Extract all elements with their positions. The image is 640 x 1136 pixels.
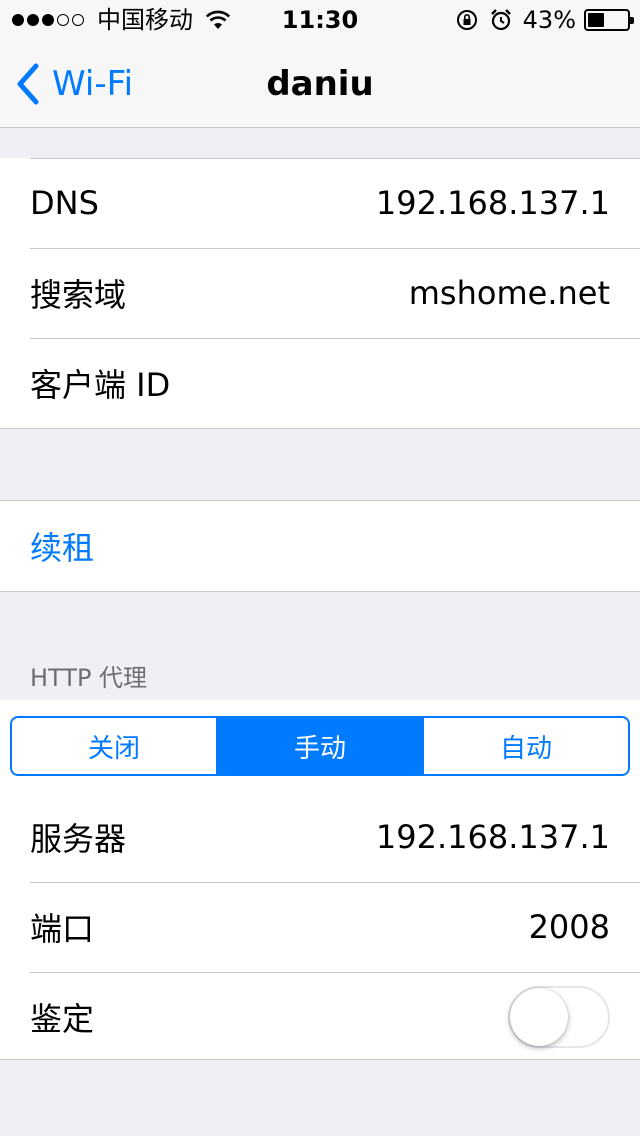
page-title: daniu	[266, 64, 374, 104]
client-id-row: 客户端 ID	[0, 338, 640, 428]
navigation-bar: Wi-Fi daniu	[0, 40, 640, 128]
server-value[interactable]: 192.168.137.1	[376, 818, 610, 856]
alarm-icon	[490, 9, 511, 31]
client-id-label: 客户端 ID	[30, 366, 171, 404]
auth-toggle[interactable]	[508, 986, 610, 1048]
dns-value: 192.168.137.1	[375, 184, 610, 222]
segment-off[interactable]: 关闭	[12, 718, 218, 774]
auth-row: 鉴定	[0, 972, 640, 1062]
dns-row: DNS 192.168.137.1	[0, 158, 640, 248]
dns-label: DNS	[30, 184, 99, 222]
divider	[30, 158, 640, 159]
search-domain-value: mshome.net	[408, 274, 610, 312]
port-value[interactable]: 2008	[529, 908, 610, 946]
port-label: 端口	[30, 910, 95, 948]
orientation-lock-icon	[456, 10, 477, 30]
port-row[interactable]: 端口 2008	[0, 882, 640, 972]
http-proxy-header: HTTP 代理	[30, 664, 148, 692]
server-row[interactable]: 服务器 192.168.137.1	[0, 792, 640, 882]
auth-label: 鉴定	[30, 1000, 95, 1038]
segment-manual[interactable]: 手动	[218, 718, 424, 774]
proxy-mode-segmented-control: 关闭 手动 自动	[10, 716, 630, 776]
status-bar: 中国移动 11:30 43%	[0, 0, 640, 40]
battery-percent: 43%	[522, 6, 576, 34]
battery-icon	[584, 9, 634, 31]
search-domain-label: 搜索域	[30, 276, 127, 314]
renew-group: 续租	[0, 500, 640, 592]
segment-auto[interactable]: 自动	[424, 718, 628, 774]
renew-lease-label: 续租	[30, 529, 95, 567]
server-label: 服务器	[30, 820, 127, 858]
dhcp-info-group: DNS 192.168.137.1 搜索域 mshome.net 客户端 ID	[0, 158, 640, 429]
toggle-knob	[510, 988, 568, 1046]
renew-lease-button[interactable]: 续租	[0, 501, 640, 591]
search-domain-row: 搜索域 mshome.net	[0, 248, 640, 338]
